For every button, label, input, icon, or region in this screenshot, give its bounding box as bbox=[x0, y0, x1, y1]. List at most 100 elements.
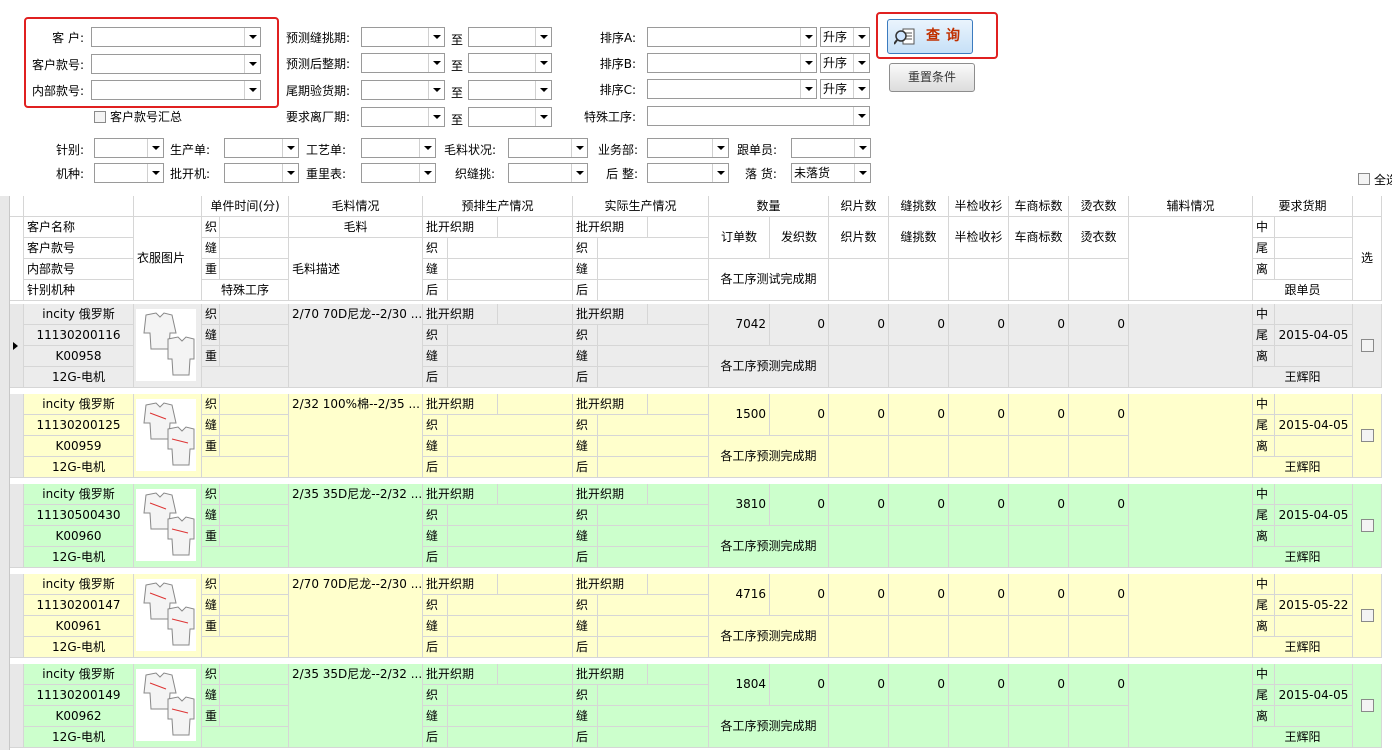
row-mid: 中 bbox=[1253, 484, 1275, 505]
sort-a-order[interactable]: 升序 bbox=[820, 27, 870, 47]
row-blank bbox=[648, 574, 709, 595]
machine-label: 机种: bbox=[55, 167, 84, 181]
chevron-down-icon[interactable] bbox=[571, 164, 587, 182]
pred-finish-from[interactable] bbox=[361, 53, 445, 73]
chevron-down-icon[interactable] bbox=[244, 81, 260, 99]
chevron-down-icon[interactable] bbox=[535, 81, 551, 99]
sort-a-combo[interactable] bbox=[647, 27, 817, 47]
chevron-down-icon[interactable] bbox=[419, 164, 435, 182]
internal-style-combo[interactable] bbox=[91, 80, 261, 100]
row-weight: 重 bbox=[202, 526, 220, 547]
header-customer-name: 客户名称 bbox=[24, 217, 134, 238]
tail-inspect-from[interactable] bbox=[361, 80, 445, 100]
garment-thumbnail[interactable] bbox=[136, 399, 196, 471]
chevron-down-icon[interactable] bbox=[535, 54, 551, 72]
row-blank bbox=[498, 664, 573, 685]
chevron-down-icon[interactable] bbox=[853, 107, 869, 125]
row-select-checkbox[interactable] bbox=[1361, 699, 1374, 712]
drop-goods-label: 落 货: bbox=[745, 167, 777, 181]
row-blank bbox=[949, 706, 1009, 748]
row-blank bbox=[448, 436, 573, 457]
row-blank bbox=[598, 346, 709, 367]
chevron-down-icon[interactable] bbox=[854, 139, 870, 157]
chevron-down-icon[interactable] bbox=[800, 28, 816, 46]
business-dept-combo[interactable] bbox=[647, 138, 729, 158]
pred-seam-to[interactable] bbox=[468, 27, 552, 47]
row-act-knit2: 织 bbox=[573, 685, 598, 706]
row-pred-complete: 各工序预测完成期 bbox=[709, 346, 829, 388]
garment-thumbnail[interactable] bbox=[136, 309, 196, 381]
needle-combo[interactable] bbox=[94, 138, 164, 158]
chevron-down-icon[interactable] bbox=[419, 139, 435, 157]
query-button[interactable]: 查询 bbox=[887, 19, 973, 54]
chevron-down-icon[interactable] bbox=[428, 108, 444, 126]
chevron-down-icon[interactable] bbox=[244, 55, 260, 73]
follower-combo[interactable] bbox=[791, 138, 871, 158]
reset-button[interactable]: 重置条件 bbox=[889, 63, 975, 92]
tail-inspect-to[interactable] bbox=[468, 80, 552, 100]
garment-thumbnail[interactable] bbox=[136, 489, 196, 561]
sort-c-order[interactable]: 升序 bbox=[820, 79, 870, 99]
chevron-down-icon[interactable] bbox=[853, 80, 869, 98]
prod-order-combo[interactable] bbox=[224, 138, 299, 158]
row-select-checkbox[interactable] bbox=[1361, 609, 1374, 622]
chevron-down-icon[interactable] bbox=[282, 164, 298, 182]
chevron-down-icon[interactable] bbox=[535, 28, 551, 46]
customer-combo[interactable] bbox=[91, 27, 261, 47]
sort-b-combo[interactable] bbox=[647, 53, 817, 73]
customer-style-summary-checkbox[interactable] bbox=[94, 111, 106, 123]
chevron-down-icon[interactable] bbox=[712, 139, 728, 157]
row-label-count: 0 bbox=[1009, 574, 1069, 616]
chevron-down-icon[interactable] bbox=[853, 28, 869, 46]
chevron-down-icon[interactable] bbox=[244, 28, 260, 46]
chevron-down-icon[interactable] bbox=[854, 164, 870, 182]
chevron-down-icon[interactable] bbox=[535, 108, 551, 126]
chevron-down-icon[interactable] bbox=[428, 81, 444, 99]
garment-thumbnail[interactable] bbox=[136, 669, 196, 741]
chevron-down-icon[interactable] bbox=[853, 54, 869, 72]
row-blank bbox=[1275, 304, 1353, 325]
pred-finish-to[interactable] bbox=[468, 53, 552, 73]
row-blank bbox=[949, 526, 1009, 568]
chevron-down-icon[interactable] bbox=[282, 139, 298, 157]
weight-table-combo[interactable] bbox=[361, 163, 436, 183]
cut-machine-combo[interactable] bbox=[224, 163, 299, 183]
yarn-status-combo[interactable] bbox=[508, 138, 588, 158]
row-select-checkbox[interactable] bbox=[1361, 519, 1374, 532]
sort-c-order-value: 升序 bbox=[823, 82, 848, 96]
chevron-down-icon[interactable] bbox=[712, 164, 728, 182]
chevron-down-icon[interactable] bbox=[571, 139, 587, 157]
pred-seam-from[interactable] bbox=[361, 27, 445, 47]
chevron-down-icon[interactable] bbox=[428, 54, 444, 72]
post-finish-combo[interactable] bbox=[647, 163, 729, 183]
sort-c-combo[interactable] bbox=[647, 79, 817, 99]
chevron-down-icon[interactable] bbox=[147, 164, 163, 182]
chevron-down-icon[interactable] bbox=[147, 139, 163, 157]
row-select-checkbox[interactable] bbox=[1361, 339, 1374, 352]
row-blank bbox=[829, 706, 889, 748]
customer-style-combo[interactable] bbox=[91, 54, 261, 74]
row-cust-style: 11130200116 bbox=[24, 325, 134, 346]
row-machine: 12G-电机 bbox=[24, 727, 134, 748]
chevron-down-icon[interactable] bbox=[428, 28, 444, 46]
header-tail: 尾 bbox=[1253, 238, 1275, 259]
knit-seam-combo[interactable] bbox=[508, 163, 588, 183]
row-blank bbox=[220, 595, 289, 616]
select-all-checkbox[interactable] bbox=[1358, 173, 1370, 185]
craft-order-combo[interactable] bbox=[361, 138, 436, 158]
garment-thumbnail[interactable] bbox=[136, 579, 196, 651]
row-follower: 王辉阳 bbox=[1253, 637, 1353, 658]
row-seam-count: 0 bbox=[889, 484, 949, 526]
req-leave-to[interactable] bbox=[468, 107, 552, 127]
pred-finish-label: 预测后整期: bbox=[285, 57, 350, 71]
chevron-down-icon[interactable] bbox=[800, 80, 816, 98]
req-leave-from[interactable] bbox=[361, 107, 445, 127]
row-accessory bbox=[1129, 484, 1253, 568]
header-blank bbox=[220, 238, 289, 259]
row-select-checkbox[interactable] bbox=[1361, 429, 1374, 442]
special-proc-combo[interactable] bbox=[647, 106, 870, 126]
drop-goods-combo[interactable]: 未落货 bbox=[791, 163, 871, 183]
sort-b-order[interactable]: 升序 bbox=[820, 53, 870, 73]
chevron-down-icon[interactable] bbox=[800, 54, 816, 72]
machine-combo[interactable] bbox=[94, 163, 164, 183]
